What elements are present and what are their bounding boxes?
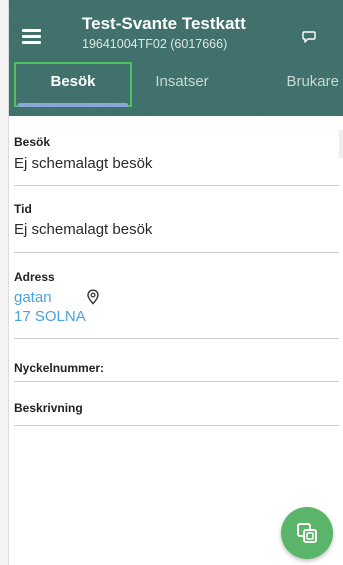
page-subtitle: 19641004TF02 (6017666) bbox=[82, 37, 228, 51]
outer-frame-shadow bbox=[0, 0, 8, 565]
tab-brukare[interactable]: Brukare bbox=[232, 62, 343, 104]
nyckelnummer-label: Nyckelnummer: bbox=[14, 361, 105, 375]
divider bbox=[14, 338, 339, 339]
besok-value: Ej schemalagt besök bbox=[14, 155, 153, 172]
divider bbox=[14, 185, 339, 186]
beskrivning-label: Beskrivning bbox=[14, 401, 83, 415]
screen: Test-Svante Testkatt 19641004TF02 (60176… bbox=[8, 0, 343, 565]
chat-icon[interactable] bbox=[302, 30, 316, 44]
page-title: Test-Svante Testkatt bbox=[82, 14, 246, 33]
divider bbox=[14, 425, 339, 426]
divider bbox=[14, 252, 339, 253]
tid-label: Tid bbox=[14, 202, 32, 216]
tab-bar: Besök Insatser Brukare bbox=[8, 62, 343, 108]
scrollbar[interactable] bbox=[339, 130, 343, 158]
address-street-link[interactable]: gatan bbox=[14, 289, 52, 306]
adress-label: Adress bbox=[14, 270, 55, 284]
frame-edge bbox=[8, 0, 9, 565]
copy-icon bbox=[297, 523, 317, 543]
location-pin-icon[interactable] bbox=[86, 289, 100, 305]
divider bbox=[14, 381, 339, 382]
besok-label: Besök bbox=[14, 135, 51, 149]
menu-icon[interactable] bbox=[22, 26, 44, 44]
tab-besok[interactable]: Besök bbox=[14, 62, 132, 104]
app-bar: Test-Svante Testkatt 19641004TF02 (60176… bbox=[8, 0, 343, 116]
tab-insatser[interactable]: Insatser bbox=[134, 62, 230, 104]
copy-fab-button[interactable] bbox=[281, 507, 333, 559]
tid-value: Ej schemalagt besök bbox=[14, 221, 153, 238]
address-postal-link[interactable]: 17 SOLNA bbox=[14, 308, 86, 325]
active-tab-indicator bbox=[18, 103, 128, 107]
